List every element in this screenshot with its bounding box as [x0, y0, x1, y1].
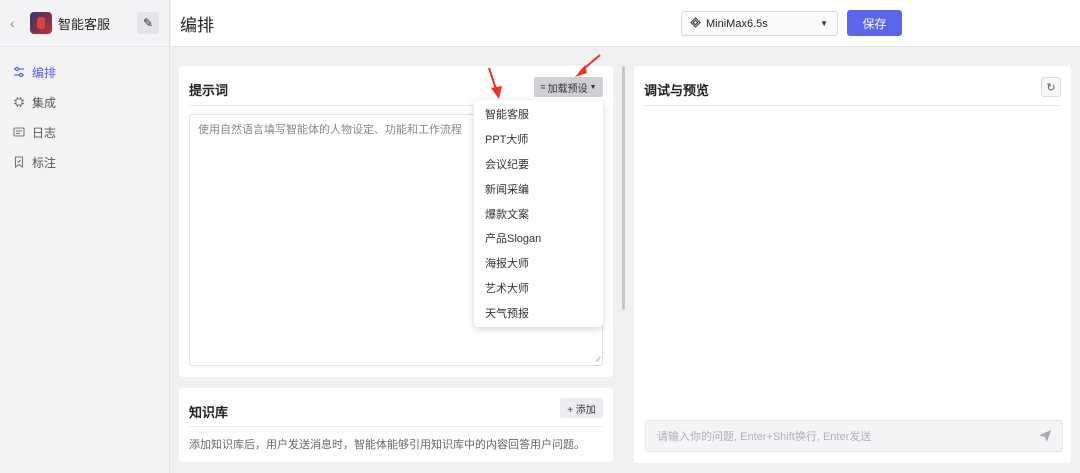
add-knowledge-button[interactable]: + 添加 [560, 398, 603, 418]
model-select-value: MiniMax6.5s [706, 17, 768, 30]
sidebar-item-integration[interactable]: 集成 [0, 87, 169, 117]
divider [189, 426, 603, 427]
sidebar-item-label: 标注 [32, 155, 57, 170]
sidebar-nav: 编排 集成 日志 标注 [0, 47, 169, 177]
knowledge-panel: 知识库 + 添加 添加知识库后，用户发送消息时，智能体能够引用知识库中的内容回答… [179, 388, 613, 462]
divider [644, 105, 1061, 106]
resize-handle-icon[interactable]: ∕∕ [597, 355, 600, 364]
app-header: ‹ 智能客服 ✎ [0, 0, 169, 47]
preset-option[interactable]: 天气预报 [474, 300, 603, 325]
model-select[interactable]: MiniMax6.5s ▼ [681, 11, 838, 36]
prompt-title: 提示词 [189, 83, 229, 98]
chip-icon [12, 95, 26, 109]
list-icon [12, 125, 26, 139]
debug-panel: 调试与预览 ↻ 请输入你的问题, Enter+Shift换行, Enter发送 [634, 66, 1071, 463]
send-icon[interactable] [1038, 429, 1052, 446]
knowledge-description: 添加知识库后，用户发送消息时，智能体能够引用知识库中的内容回答用户问题。 [189, 439, 585, 451]
chevron-left-icon[interactable]: ‹ [10, 15, 26, 31]
debug-title: 调试与预览 [644, 83, 710, 98]
sidebar-item-label: 日志 [32, 125, 57, 140]
sidebar-item-logs[interactable]: 日志 [0, 117, 169, 147]
save-button[interactable]: 保存 [847, 10, 902, 36]
pencil-icon[interactable]: ✎ [137, 12, 159, 34]
load-preset-button[interactable]: ≡ 加载预设 ▼ [534, 77, 603, 97]
sidebar-item-arrange[interactable]: 编排 [0, 57, 169, 87]
preset-option[interactable]: PPT大师 [474, 127, 603, 152]
preset-option[interactable]: 新闻采编 [474, 176, 603, 201]
caret-down-icon: ▼ [820, 19, 828, 28]
lines-icon: ≡ [540, 82, 546, 92]
chat-input-placeholder: 请输入你的问题, Enter+Shift换行, Enter发送 [657, 431, 872, 443]
sliders-icon [12, 65, 26, 79]
preset-option[interactable]: 会议纪要 [474, 152, 603, 177]
top-bar: 编排 [171, 0, 1080, 47]
bookmark-icon [12, 155, 26, 169]
refresh-icon[interactable]: ↻ [1041, 77, 1061, 97]
preset-option[interactable]: 艺术大师 [474, 276, 603, 301]
preset-dropdown: 智能客服 PPT大师 会议纪要 新闻采编 爆款文案 产品Slogan 海报大师 … [474, 100, 603, 327]
preset-option[interactable]: 产品Slogan [474, 226, 603, 251]
knowledge-title: 知识库 [189, 405, 229, 420]
caret-down-icon: ▼ [589, 83, 597, 91]
sidebar-item-label: 集成 [32, 95, 57, 110]
load-preset-label: 加载预设 [547, 83, 588, 95]
app-avatar [30, 12, 52, 34]
app-name: 智能客服 [58, 16, 111, 32]
preset-option[interactable]: 智能客服 [474, 102, 603, 127]
sidebar-item-annotation[interactable]: 标注 [0, 147, 169, 177]
page-title: 编排 [180, 15, 214, 35]
prompt-placeholder: 使用自然语言填写智能体的人物设定、功能和工作流程 [198, 124, 462, 136]
preset-option[interactable]: 爆款文案 [474, 201, 603, 226]
sidebar: ‹ 智能客服 ✎ 编排 集成 日志 标注 [0, 0, 170, 473]
chat-input[interactable]: 请输入你的问题, Enter+Shift换行, Enter发送 [645, 420, 1063, 452]
scrollbar[interactable] [622, 66, 625, 310]
sidebar-item-label: 编排 [32, 65, 57, 80]
preset-option[interactable]: 海报大师 [474, 251, 603, 276]
model-icon [690, 16, 701, 31]
